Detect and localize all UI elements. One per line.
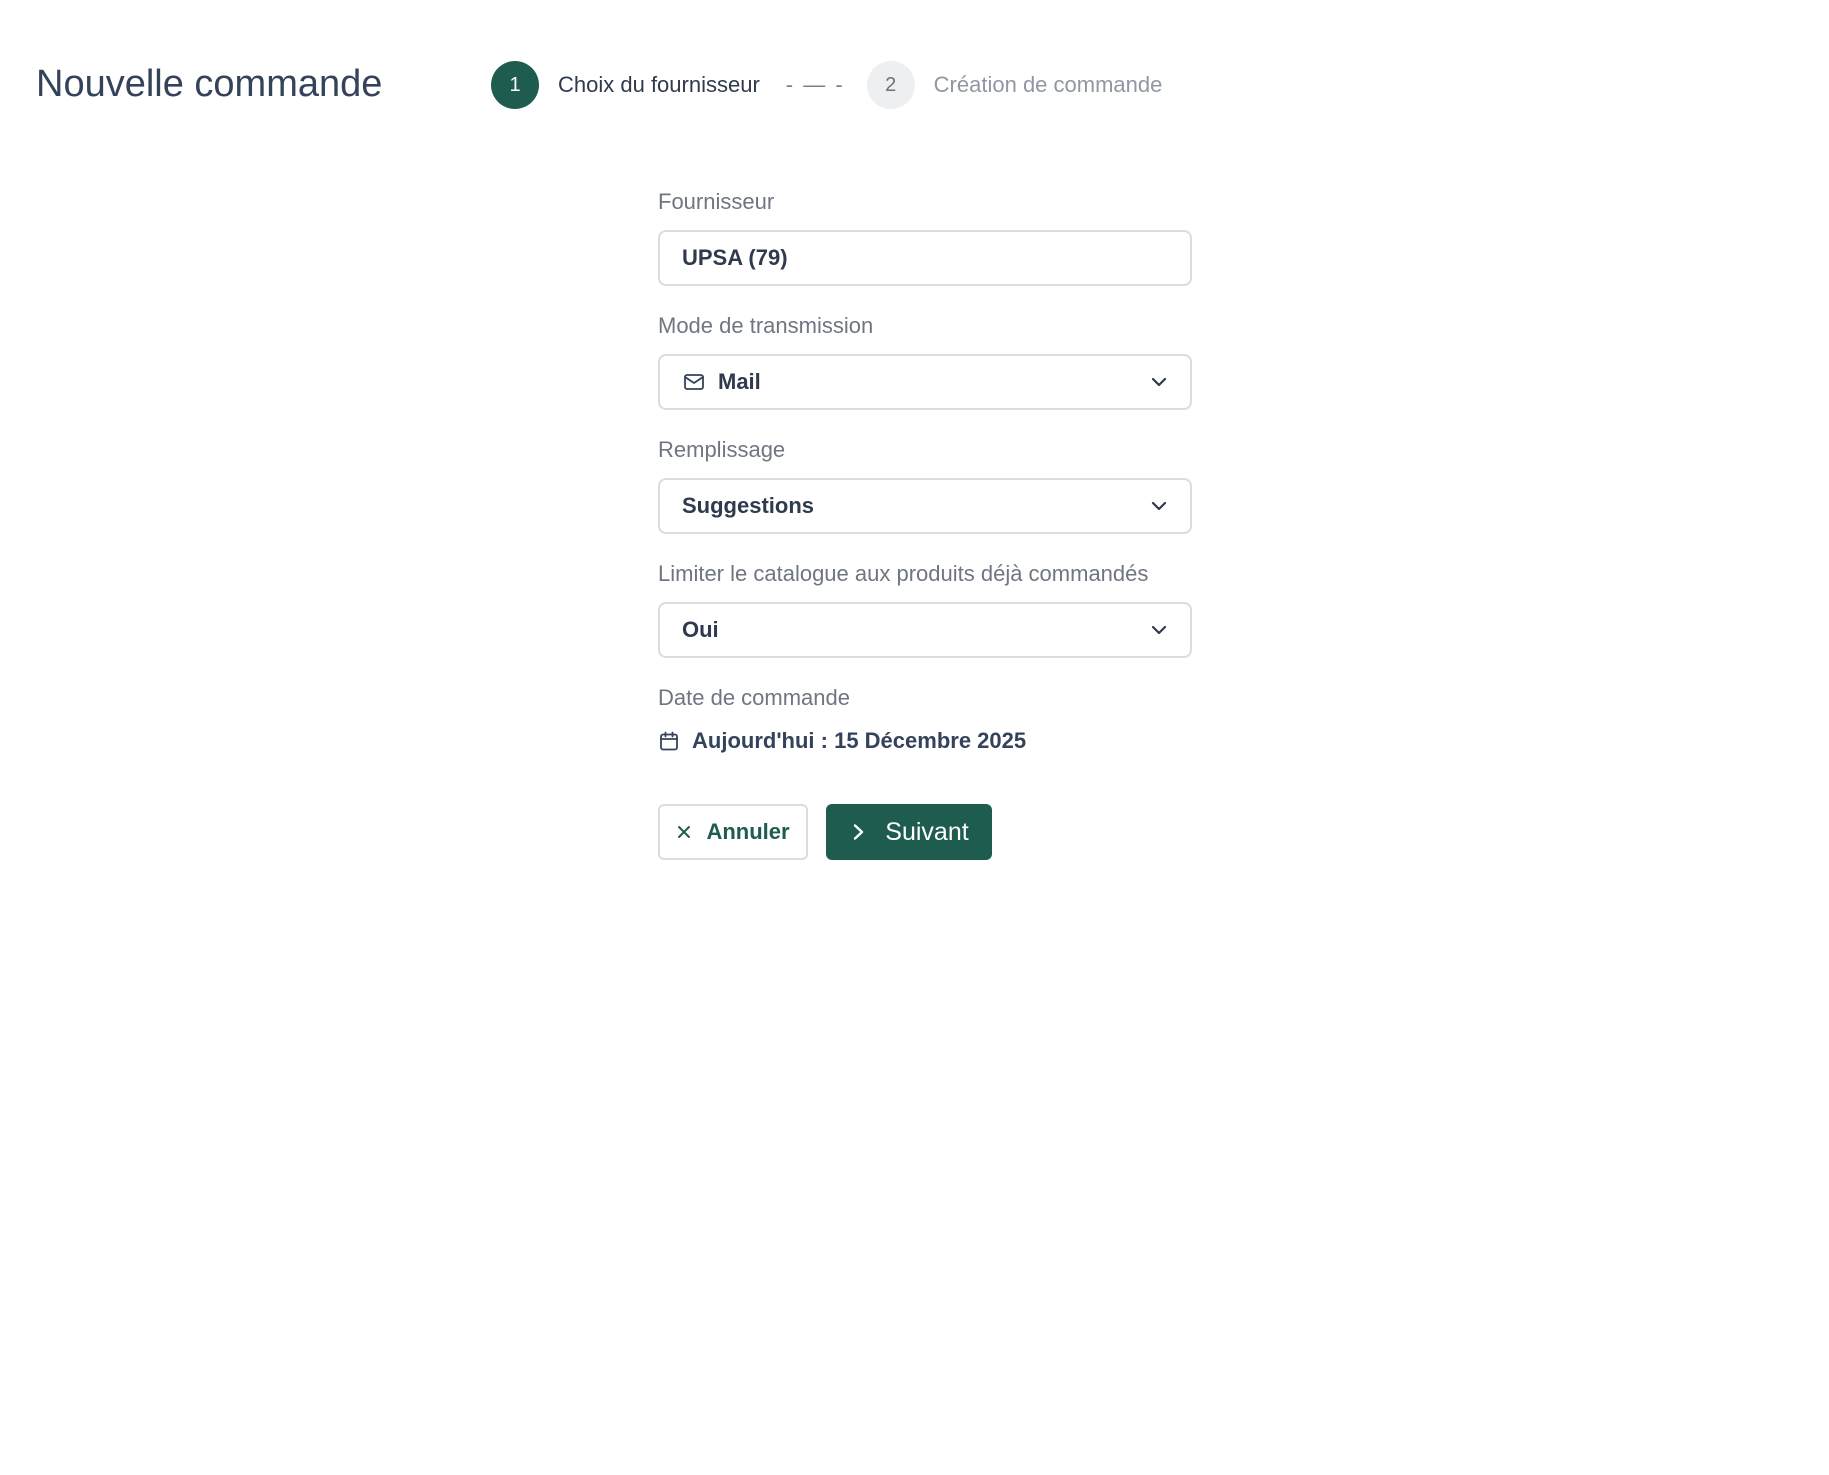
- filling-select[interactable]: Suggestions: [658, 478, 1192, 534]
- next-button[interactable]: Suivant: [826, 804, 992, 860]
- order-form: Fournisseur UPSA (79) Mode de transmissi…: [658, 186, 1192, 860]
- filling-label: Remplissage: [658, 437, 786, 462]
- page: Nouvelle commande 1 Choix du fournisseur…: [0, 0, 1829, 1475]
- transmission-value: Mail: [718, 369, 761, 394]
- mail-icon: [682, 370, 706, 394]
- form-actions: Annuler Suivant: [658, 804, 1192, 860]
- close-icon: [676, 824, 692, 840]
- limit-catalog-value: Oui: [682, 617, 719, 642]
- step-1-indicator: 1: [491, 61, 539, 109]
- stepper: 1 Choix du fournisseur - — - 2 Création …: [491, 61, 1162, 109]
- transmission-select[interactable]: Mail: [658, 354, 1192, 410]
- calendar-icon: [658, 730, 680, 752]
- transmission-label: Mode de transmission: [658, 313, 874, 338]
- order-date: Aujourd'hui : 15 Décembre 2025: [658, 728, 1192, 754]
- supplier-label: Fournisseur: [658, 189, 775, 214]
- chevron-down-icon: [1148, 371, 1170, 393]
- step-2-label: Création de commande: [933, 72, 1163, 97]
- order-date-value: Aujourd'hui : 15 Décembre 2025: [692, 728, 1027, 753]
- supplier-field[interactable]: UPSA (79): [658, 230, 1192, 286]
- step-2-indicator: 2: [866, 61, 915, 109]
- chevron-right-icon: [849, 823, 867, 841]
- limit-catalog-select[interactable]: Oui: [658, 602, 1192, 658]
- step-separator: - — -: [785, 72, 845, 97]
- chevron-down-icon: [1148, 619, 1170, 641]
- next-button-label: Suivant: [885, 817, 969, 846]
- filling-value: Suggestions: [682, 493, 815, 518]
- page-title: Nouvelle commande: [36, 63, 383, 105]
- cancel-button-label: Annuler: [706, 819, 790, 844]
- supplier-value: UPSA (79): [682, 245, 788, 270]
- order-date-label: Date de commande: [658, 685, 850, 710]
- step-1-label: Choix du fournisseur: [558, 72, 760, 97]
- cancel-button[interactable]: Annuler: [658, 804, 808, 860]
- chevron-down-icon: [1148, 495, 1170, 517]
- limit-catalog-label: Limiter le catalogue aux produits déjà c…: [658, 561, 1149, 586]
